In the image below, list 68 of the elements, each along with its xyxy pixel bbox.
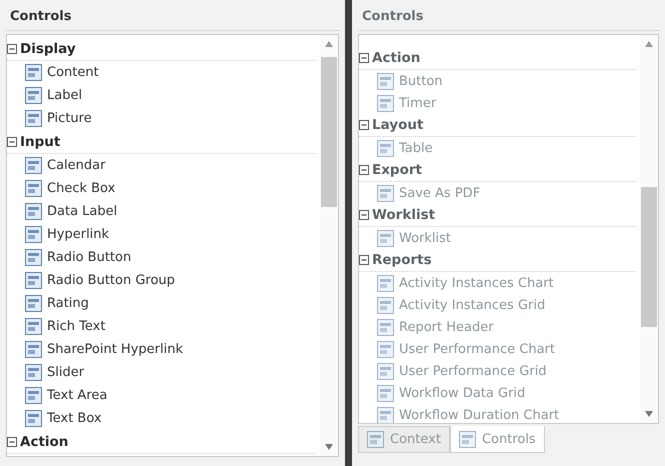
group-header[interactable]: Action: [20, 434, 68, 450]
control-icon: [25, 410, 42, 427]
control-item[interactable]: SharePoint Hyperlink: [47, 342, 183, 357]
control-icon: [25, 387, 42, 404]
control-icon: [377, 274, 394, 292]
control-item[interactable]: Radio Button Group: [47, 273, 175, 288]
control-icon: [25, 87, 42, 104]
control-item[interactable]: Check Box: [47, 181, 116, 196]
control-icon: [377, 340, 394, 358]
control-item[interactable]: Calendar: [47, 158, 106, 173]
control-icon: [25, 295, 42, 312]
panel-title: Controls: [358, 0, 659, 31]
control-icon: [458, 430, 476, 448]
control-icon: [377, 184, 394, 202]
control-icon: [377, 94, 394, 112]
control-item[interactable]: Data Label: [47, 204, 118, 219]
scroll-up-icon[interactable]: [325, 41, 333, 47]
control-item[interactable]: Rating: [47, 296, 89, 311]
control-icon: [377, 72, 394, 90]
control-icon: [367, 431, 384, 448]
collapse-icon[interactable]: [359, 210, 369, 220]
control-icon: [377, 296, 394, 314]
collapse-icon[interactable]: [7, 436, 17, 446]
control-icon: [377, 362, 394, 380]
control-icon: [377, 140, 394, 156]
control-icon: [25, 180, 42, 197]
control-icon: [377, 230, 394, 246]
control-icon: [25, 226, 42, 243]
control-icon: [25, 272, 42, 289]
control-icon: [377, 384, 394, 402]
group-header[interactable]: Layout: [372, 117, 424, 133]
control-item[interactable]: Label: [47, 88, 82, 103]
scroll-up-icon[interactable]: [645, 41, 653, 47]
group-header[interactable]: Worklist: [372, 207, 436, 223]
control-icon: [25, 64, 42, 81]
control-icon: [25, 110, 42, 127]
scrollbar[interactable]: [640, 35, 658, 423]
group-header[interactable]: Action: [372, 50, 420, 66]
group-header[interactable]: Export: [372, 162, 422, 178]
control-icon: [25, 249, 42, 266]
panel-title: Controls: [6, 0, 339, 31]
collapse-icon[interactable]: [359, 120, 369, 130]
scroll-down-icon[interactable]: [325, 444, 333, 450]
group-header[interactable]: Input: [20, 134, 60, 150]
control-icon: [25, 341, 42, 358]
control-icon: [25, 157, 42, 174]
group-header[interactable]: Display: [20, 40, 76, 56]
control-item[interactable]: Picture: [47, 111, 92, 126]
control-item[interactable]: Text Area: [47, 388, 108, 403]
control-item[interactable]: Slider: [47, 365, 84, 380]
collapse-icon[interactable]: [359, 255, 369, 265]
control-item[interactable]: Hyperlink: [47, 227, 110, 242]
control-item[interactable]: Text Box: [47, 411, 102, 426]
control-icon: [25, 203, 42, 220]
control-item[interactable]: Rich Text: [47, 319, 106, 334]
control-icon: [25, 318, 42, 335]
control-icon: [25, 364, 42, 381]
collapse-icon[interactable]: [359, 165, 369, 175]
collapse-icon[interactable]: [7, 44, 17, 54]
scroll-down-icon[interactable]: [645, 411, 653, 417]
control-item[interactable]: Content: [47, 65, 99, 80]
control-item[interactable]: Radio Button: [47, 250, 132, 265]
group-header[interactable]: Reports: [372, 252, 432, 268]
collapse-icon[interactable]: [359, 53, 369, 63]
scrollbar[interactable]: [320, 35, 338, 456]
collapse-icon[interactable]: [7, 136, 17, 146]
control-icon: [377, 318, 394, 336]
control-icon: [377, 406, 394, 423]
